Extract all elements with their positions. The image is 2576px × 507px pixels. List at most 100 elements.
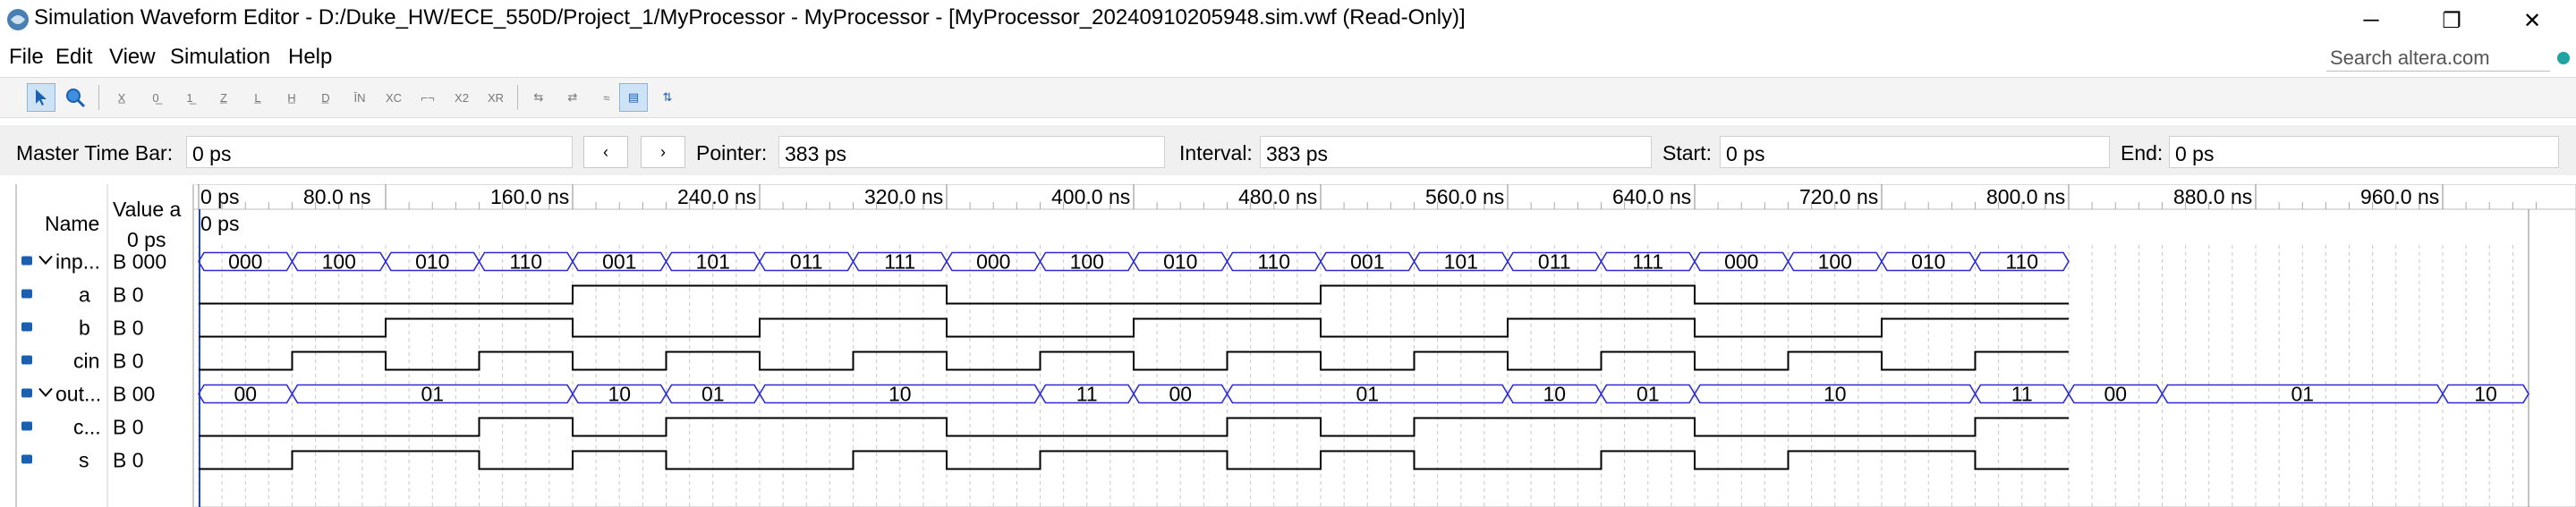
count-value-icon: XC [385, 90, 403, 105]
force-high-button[interactable]: 1̲ [175, 83, 204, 112]
interval-field[interactable]: 383 ps [1260, 136, 1652, 168]
bus-value-label: 111 [884, 250, 915, 274]
end-value: 0 ps [2175, 142, 2215, 165]
reverse-button[interactable]: ⇄ [558, 83, 587, 112]
bus-value-label: 101 [1444, 250, 1478, 274]
pointer-field[interactable]: 383 ps [778, 136, 1165, 168]
previous-transition-button[interactable]: ‹ [583, 136, 628, 168]
master-time-bar-label: Master Time Bar: [16, 141, 174, 165]
time-tick-label: 160.0 ns [490, 185, 569, 208]
zoom-icon [66, 89, 86, 108]
maximize-button[interactable]: ❐ [2416, 0, 2487, 41]
force-dont-care-button[interactable]: D̲ [311, 83, 340, 112]
menu-view[interactable]: View [109, 45, 156, 70]
bus-value-label: 00 [2104, 383, 2127, 406]
force-weak-high-icon: H̲ [287, 90, 296, 105]
input-pin-icon [21, 355, 32, 365]
bus-value-label: 01 [2291, 383, 2314, 406]
force-weak-low-icon: L̲ [254, 90, 261, 105]
waveform-area: Name Value a 0 ps 0 ps 80.0 ns 160.0 ns 240.0 … [0, 184, 2576, 507]
time-tick-label: 0 ps [200, 185, 239, 208]
waveform-canvas[interactable]: Name Value a 0 ps 0 ps 80.0 ns 160.0 ns 240.0 … [0, 184, 2576, 507]
time-tick-label: 560.0 ns [1425, 185, 1504, 208]
time-tick-label: 240.0 ns [677, 185, 756, 208]
clock-button[interactable]: ⌐¬ [413, 83, 442, 112]
snap-grid-icon: ⇆ [533, 90, 544, 104]
signal-value: B 0 [113, 449, 144, 472]
time-tick-label: 80.0 ns [303, 185, 370, 208]
bus-value-label: 10 [2474, 383, 2497, 406]
interval-value: 383 ps [1266, 142, 1329, 165]
force-unknown-button[interactable]: X̲ [107, 83, 136, 112]
bus-value-label: 10 [888, 383, 912, 406]
bus-value-label: 011 [1538, 250, 1571, 274]
sort-icon: ⇅ [662, 90, 673, 104]
next-transition-button[interactable]: › [641, 136, 685, 168]
grid-button[interactable]: ▤ [619, 83, 648, 112]
signal-name: a [79, 283, 90, 307]
signal-name: out... [55, 383, 101, 406]
pointer-value: 383 ps [785, 142, 847, 165]
signal-list-panel [16, 184, 195, 507]
force-hiz-button[interactable]: Z̲ [209, 83, 238, 112]
random-value-icon: X2 [455, 90, 469, 105]
signal-value: B 0 [113, 317, 144, 340]
time-tick-label: 800.0 ns [1986, 185, 2065, 208]
grid-icon: ▤ [627, 90, 640, 104]
menu-simulation[interactable]: Simulation [170, 45, 270, 70]
bus-value-label: 10 [1824, 383, 1847, 406]
minimize-button[interactable]: ─ [2335, 0, 2407, 41]
input-pin-icon [21, 322, 32, 332]
menu-help[interactable]: Help [288, 45, 332, 70]
status-dot-icon [2557, 52, 2570, 64]
time-tick-label: 480.0 ns [1238, 185, 1317, 208]
bus-value-label: 00 [234, 383, 257, 406]
end-field[interactable]: 0 ps [2169, 136, 2559, 168]
force-weak-high-button[interactable]: H̲ [277, 83, 306, 112]
force-unknown-icon: X̲ [117, 90, 126, 105]
signal-value: B 0 [113, 416, 144, 439]
snap-grid-button[interactable]: ⇆ [524, 83, 553, 112]
force-low-button[interactable]: 0̲ [141, 83, 170, 112]
pointer-tool-button[interactable] [27, 83, 55, 112]
overwrite-button[interactable]: XR [481, 83, 510, 112]
menu-file[interactable]: File [9, 45, 44, 70]
sort-button[interactable]: ⇅ [653, 83, 682, 112]
menu-edit[interactable]: Edit [55, 45, 92, 70]
value-column-header: Value a [113, 198, 182, 221]
force-weak-low-button[interactable]: L̲ [243, 83, 272, 112]
master-time-bar-field[interactable]: 0 ps [186, 136, 573, 168]
force-dont-care-icon: D̲ [321, 90, 330, 105]
bus-value-label: 00 [1169, 383, 1192, 406]
start-field[interactable]: 0 ps [1720, 136, 2110, 168]
random-value-button[interactable]: X2 [447, 83, 476, 112]
arbitrary-button[interactable]: ≈ [592, 83, 621, 112]
force-hiz-icon: Z̲ [220, 90, 227, 105]
end-label: End: [2121, 141, 2164, 165]
arbitrary-icon: ≈ [603, 90, 610, 105]
signal-value: B 0 [113, 350, 144, 373]
bus-value-label: 01 [421, 383, 444, 406]
count-value-button[interactable]: XC [379, 83, 408, 112]
invert-button[interactable]: ĪN [345, 83, 374, 112]
toolbar: X̲ 0̲ 1̲ Z̲ L̲ H̲ D̲ ĪN XC ⌐¬ X2 XR ⇆ ⇄ … [0, 77, 2576, 118]
bus-group-pin-icon [21, 388, 32, 398]
bus-value-label: 011 [790, 250, 823, 274]
window-title: Simulation Waveform Editor - D:/Duke_HW/… [34, 5, 1466, 30]
close-button[interactable]: ✕ [2496, 0, 2568, 41]
bus-value-label: 11 [2011, 383, 2033, 406]
bus-value-label: 01 [1356, 383, 1379, 406]
waveform-frame [15, 184, 2576, 507]
app-logo-icon [7, 9, 29, 30]
bus-value-label: 01 [701, 383, 725, 406]
title-bar: Simulation Waveform Editor - D:/Duke_HW/… [0, 0, 2576, 41]
cursor-time-label: 0 ps [200, 212, 239, 235]
bus-value-label: 000 [228, 250, 262, 274]
output-pin-icon [21, 421, 32, 431]
signal-name: c... [73, 416, 101, 439]
search-input[interactable]: Search altera.com [2326, 43, 2550, 72]
start-value: 0 ps [1726, 142, 1765, 165]
zoom-tool-button[interactable] [61, 83, 89, 112]
time-tick-label: 320.0 ns [864, 185, 943, 208]
bus-value-label: 111 [1632, 250, 1663, 274]
